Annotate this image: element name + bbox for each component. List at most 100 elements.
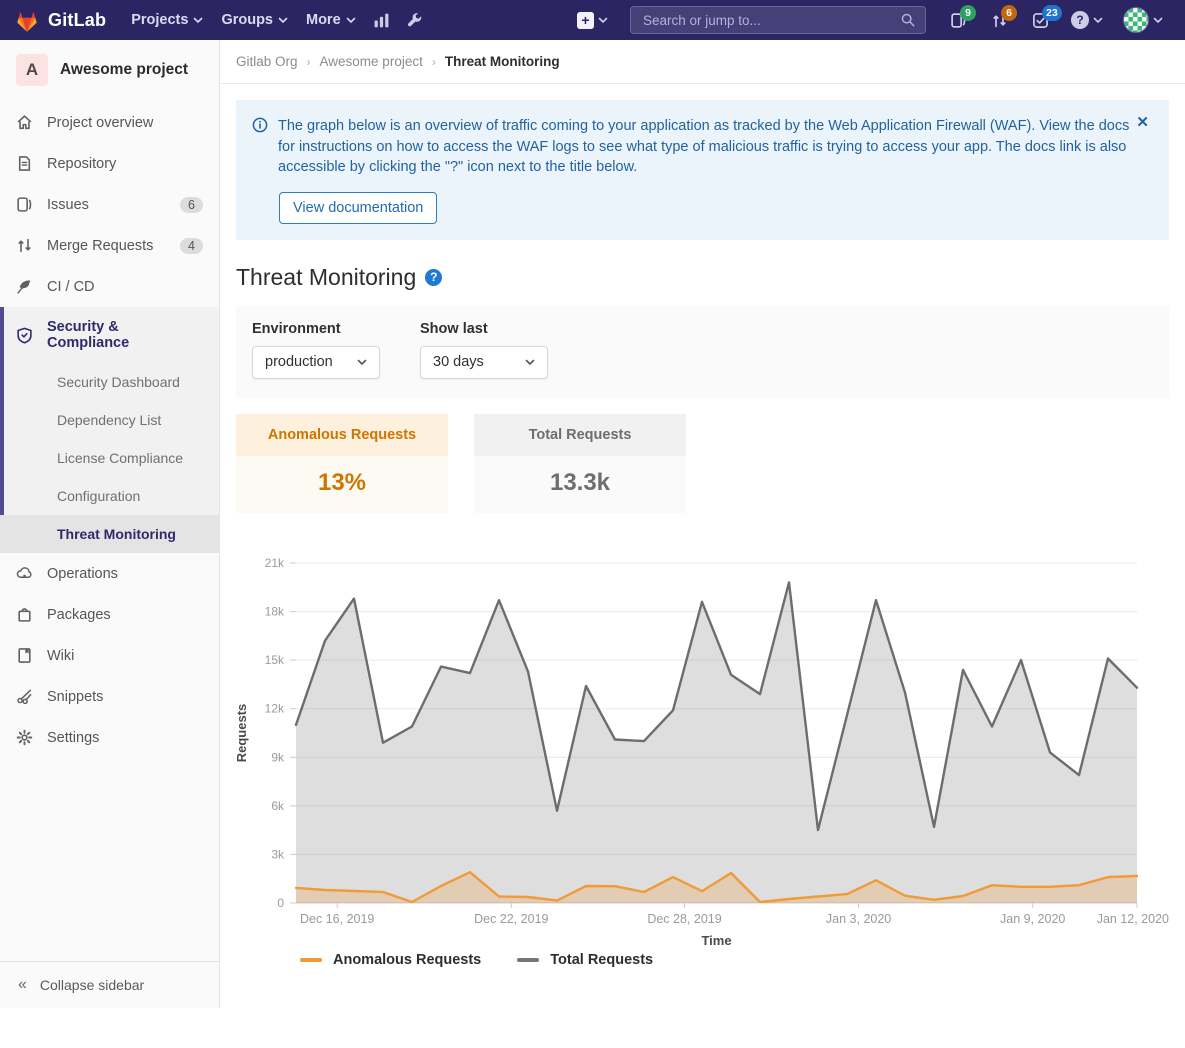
question-mark-icon: ? bbox=[1071, 11, 1089, 29]
nav-projects-label: Projects bbox=[131, 12, 188, 28]
sidebar-item-label: Snippets bbox=[47, 689, 103, 705]
environment-value: production bbox=[265, 354, 333, 370]
filters-panel: Environment production Show last 30 days bbox=[236, 306, 1169, 398]
nav-projects[interactable]: Projects bbox=[122, 0, 212, 40]
todos-button[interactable]: 23 bbox=[1022, 0, 1059, 40]
chevron-down-icon bbox=[357, 357, 367, 367]
sidebar-item-ci-cd[interactable]: CI / CD bbox=[0, 266, 219, 307]
nav-more[interactable]: More bbox=[297, 0, 365, 40]
svg-text:18k: 18k bbox=[265, 604, 285, 618]
sidebar-item-project-overview[interactable]: Project overview bbox=[0, 102, 219, 143]
sidebar-nav: Project overview Repository Issues 6 Mer… bbox=[0, 102, 219, 961]
collapse-sidebar-button[interactable]: « Collapse sidebar bbox=[0, 961, 219, 1008]
sidebar-subitem-dependency-list[interactable]: Dependency List bbox=[0, 401, 219, 439]
chevron-down-icon bbox=[193, 15, 203, 25]
page-title: Threat Monitoring bbox=[236, 264, 416, 291]
user-menu-button[interactable] bbox=[1115, 7, 1171, 33]
analytics-charts-button[interactable] bbox=[365, 0, 398, 40]
package-bag-icon bbox=[16, 606, 33, 623]
sidebar-item-label: Settings bbox=[47, 730, 99, 746]
alert-message: The graph below is an overview of traffi… bbox=[278, 116, 1138, 178]
waf-info-alert: The graph below is an overview of traffi… bbox=[236, 100, 1169, 240]
plus-icon: + bbox=[577, 12, 594, 29]
project-avatar: A bbox=[16, 54, 48, 86]
stat-label: Total Requests bbox=[474, 414, 686, 456]
sidebar-item-wiki[interactable]: Wiki bbox=[0, 635, 219, 676]
show-last-select[interactable]: 30 days bbox=[420, 346, 548, 379]
stats-row: Anomalous Requests 13% Total Requests 13… bbox=[236, 414, 1169, 513]
svg-text:9k: 9k bbox=[271, 750, 285, 764]
sidebar-subitem-security-dashboard[interactable]: Security Dashboard bbox=[0, 363, 219, 401]
nav-more-label: More bbox=[306, 12, 341, 28]
sidebar-item-operations[interactable]: Operations bbox=[0, 553, 219, 594]
legend-dash-orange bbox=[300, 958, 322, 962]
collapse-sidebar-label: Collapse sidebar bbox=[40, 977, 144, 993]
cloud-gear-icon bbox=[16, 565, 33, 582]
sidebar-item-settings[interactable]: Settings bbox=[0, 717, 219, 758]
project-sidebar: A Awesome project Project overview Repos… bbox=[0, 40, 220, 1008]
search-box bbox=[630, 6, 926, 34]
admin-area-button[interactable] bbox=[398, 0, 431, 40]
nav-groups[interactable]: Groups bbox=[212, 0, 297, 40]
legend-dash-gray bbox=[517, 958, 539, 962]
breadcrumb-separator: › bbox=[307, 55, 311, 69]
legend-label: Anomalous Requests bbox=[333, 952, 481, 968]
environment-label: Environment bbox=[252, 321, 380, 337]
main-content: Gitlab Org › Awesome project › Threat Mo… bbox=[220, 40, 1185, 968]
sidebar-subitem-threat-monitoring[interactable]: Threat Monitoring bbox=[0, 515, 219, 553]
todos-count-badge: 23 bbox=[1042, 5, 1062, 21]
sidebar-item-security-compliance[interactable]: Security & Compliance bbox=[0, 307, 219, 363]
sidebar-subitem-license-compliance[interactable]: License Compliance bbox=[0, 439, 219, 477]
gear-icon bbox=[16, 729, 33, 746]
merge-requests-dashboard-button[interactable]: 6 bbox=[981, 0, 1018, 40]
view-documentation-button[interactable]: View documentation bbox=[279, 192, 437, 224]
home-icon bbox=[16, 114, 33, 131]
chevron-down-icon bbox=[1093, 15, 1103, 25]
logo-wordmark: GitLab bbox=[48, 10, 106, 31]
stat-label: Anomalous Requests bbox=[236, 414, 448, 456]
chevron-down-icon bbox=[278, 15, 288, 25]
svg-text:Jan 3, 2020: Jan 3, 2020 bbox=[826, 912, 891, 926]
svg-text:Dec 22, 2019: Dec 22, 2019 bbox=[474, 912, 548, 926]
wrench-icon bbox=[406, 12, 423, 29]
stat-value: 13.3k bbox=[474, 456, 686, 513]
environment-select[interactable]: production bbox=[252, 346, 380, 379]
svg-text:Requests: Requests bbox=[236, 703, 249, 762]
stat-tile-anomalous-requests[interactable]: Anomalous Requests 13% bbox=[236, 414, 448, 513]
new-menu-button[interactable]: + bbox=[569, 12, 616, 29]
svg-text:Time: Time bbox=[701, 933, 731, 945]
gitlab-logo[interactable]: GitLab bbox=[14, 8, 106, 33]
chart-legend: Anomalous Requests Total Requests bbox=[300, 952, 1169, 968]
show-last-label: Show last bbox=[420, 321, 548, 337]
help-menu-button[interactable]: ? bbox=[1063, 11, 1111, 29]
title-help-icon[interactable]: ? bbox=[425, 269, 442, 286]
sidebar-item-label: Operations bbox=[47, 566, 118, 582]
legend-label: Total Requests bbox=[550, 952, 653, 968]
breadcrumb-group[interactable]: Gitlab Org bbox=[236, 54, 298, 69]
alert-close-button[interactable]: ✕ bbox=[1130, 112, 1155, 132]
svg-text:Dec 16, 2019: Dec 16, 2019 bbox=[300, 912, 374, 926]
sidebar-item-label: Wiki bbox=[47, 648, 74, 664]
legend-total-requests[interactable]: Total Requests bbox=[517, 952, 653, 968]
sidebar-item-packages[interactable]: Packages bbox=[0, 594, 219, 635]
sidebar-item-label: CI / CD bbox=[47, 279, 95, 295]
sidebar-item-snippets[interactable]: Snippets bbox=[0, 676, 219, 717]
svg-text:6k: 6k bbox=[271, 799, 285, 813]
collapse-chevrons-icon: « bbox=[18, 976, 27, 994]
issues-dashboard-button[interactable]: 9 bbox=[940, 0, 977, 40]
page-title-row: Threat Monitoring ? bbox=[236, 264, 1169, 291]
sidebar-subitem-configuration[interactable]: Configuration bbox=[0, 477, 219, 515]
sidebar-item-issues[interactable]: Issues 6 bbox=[0, 184, 219, 225]
search-input[interactable] bbox=[641, 12, 893, 29]
legend-anomalous-requests[interactable]: Anomalous Requests bbox=[300, 952, 481, 968]
quill-ci-cd-icon bbox=[16, 278, 33, 295]
breadcrumb-project[interactable]: Awesome project bbox=[320, 54, 423, 69]
sidebar-item-repository[interactable]: Repository bbox=[0, 143, 219, 184]
nav-groups-label: Groups bbox=[221, 12, 273, 28]
sidebar-project-header[interactable]: A Awesome project bbox=[0, 40, 219, 102]
sidebar-item-merge-requests[interactable]: Merge Requests 4 bbox=[0, 225, 219, 266]
stat-tile-total-requests[interactable]: Total Requests 13.3k bbox=[474, 414, 686, 513]
breadcrumb-current-page[interactable]: Threat Monitoring bbox=[445, 54, 560, 69]
breadcrumb: Gitlab Org › Awesome project › Threat Mo… bbox=[220, 40, 1185, 84]
sidebar-item-label: Packages bbox=[47, 607, 111, 623]
